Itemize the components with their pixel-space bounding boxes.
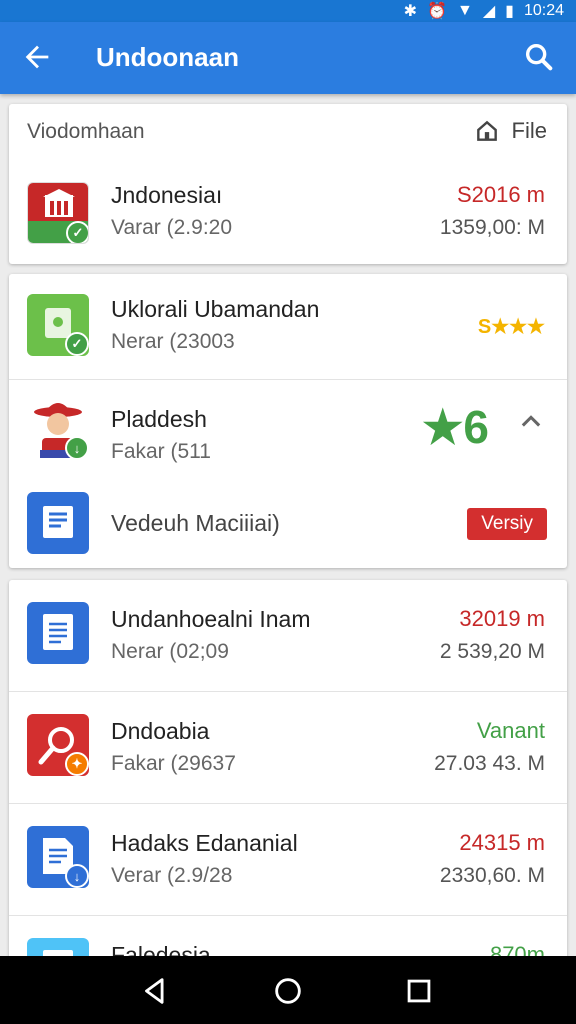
download-badge-icon: ↓	[65, 864, 89, 888]
item-sub: Nerar (23003	[111, 330, 235, 353]
list-group: ↓ Pladdesh Fakar (511 ★6 Vedeuh Maciiiai…	[9, 380, 567, 568]
list-item[interactable]: Faledesia 870m	[9, 916, 567, 956]
list-item[interactable]: ↓ Pladdesh Fakar (511 ★6	[9, 380, 567, 480]
item-size: 2 539,20 M	[439, 640, 545, 663]
bluetooth-icon: ✱	[403, 3, 418, 20]
item-size: 2330,60. M	[439, 864, 545, 887]
card-featured: Viodomhaan File ✓ Jndonesiaı Varar (2.9:…	[9, 104, 567, 264]
app-icon-green: ✓	[27, 294, 89, 356]
store-icon: ✓	[27, 182, 89, 244]
star-badge-icon: ✦	[65, 752, 89, 776]
signal-icon: ◢	[482, 3, 496, 20]
search-icon[interactable]	[522, 40, 556, 74]
magnifier-icon: ✦	[27, 714, 89, 776]
system-nav-bar	[0, 956, 576, 1024]
page-title: Undoonaan	[96, 42, 239, 72]
item-value: 24315 m	[459, 830, 545, 855]
list-item[interactable]: ✓ Uklorali Ubamandan Nerar (23003 S★★★	[9, 274, 567, 380]
list-item[interactable]: Undanhoealni Inam Nerar (02;09 32019 m 2…	[9, 580, 567, 692]
item-sub: Fakar (511	[111, 440, 211, 463]
card-header-label: Viodomhaan	[27, 120, 145, 143]
avatar-icon: ↓	[27, 398, 89, 460]
item-value: Vanant	[476, 718, 545, 743]
back-arrow-icon[interactable]	[20, 40, 54, 74]
download-badge-icon: ↓	[65, 436, 89, 460]
item-sub: Nerar (02;09	[111, 640, 229, 663]
list-item[interactable]: Vedeuh Maciiiai) Versiy	[9, 480, 567, 568]
expand-chevron-icon[interactable]	[517, 408, 545, 436]
item-name: Pladdesh	[111, 406, 207, 432]
nav-back-icon[interactable]	[138, 974, 172, 1008]
item-value: 870m	[489, 942, 545, 956]
alarm-icon: ⏰	[427, 3, 447, 20]
nav-home-icon[interactable]	[271, 974, 305, 1008]
item-size: 1359,00: M	[439, 216, 545, 239]
card-header: Viodomhaan File	[9, 104, 567, 162]
check-badge-icon: ✓	[65, 332, 89, 356]
document-icon	[27, 602, 89, 664]
document-icon	[27, 938, 89, 956]
list-item[interactable]: ↓ Hadaks Edananial Verar (2.9/28 24315 m…	[9, 804, 567, 916]
item-name: Uklorali Ubamandan	[111, 296, 320, 322]
item-sub: Fakar (29637	[111, 752, 236, 775]
item-name: Jndonesiaı	[111, 182, 223, 208]
rating-stars: S★★★	[477, 316, 545, 338]
item-name: Undanhoealni Inam	[111, 606, 311, 632]
status-bar: ✱ ⏰ ▼ ◢ ▮ 10:24	[0, 0, 576, 22]
item-name: Vedeuh Maciiiai)	[111, 510, 280, 536]
item-value: 32019 m	[459, 606, 545, 631]
item-name: Dndoabia	[111, 718, 210, 744]
item-sub: Varar (2.9:20	[111, 216, 233, 239]
status-time: 10:24	[523, 2, 564, 19]
item-size: 27.03 43. M	[434, 752, 545, 775]
battery-icon: ▮	[505, 3, 514, 20]
file-icon: ↓	[27, 826, 89, 888]
item-sub: Verar (2.9/28	[111, 864, 233, 887]
wifi-icon: ▼	[456, 2, 473, 19]
content-list[interactable]: Viodomhaan File ✓ Jndonesiaı Varar (2.9:…	[0, 94, 576, 956]
item-value: S2016 m	[456, 182, 545, 207]
version-button[interactable]: Versiy	[467, 508, 547, 540]
big-rating: ★6	[422, 401, 489, 453]
card-group: ✓ Uklorali Ubamandan Nerar (23003 S★★★ ↓	[9, 274, 567, 568]
app-bar: Undoonaan	[0, 22, 576, 94]
check-badge-icon: ✓	[66, 221, 88, 243]
item-name: Hadaks Edananial	[111, 830, 298, 856]
list-item[interactable]: ✓ Jndonesiaı Varar (2.9:20 S2016 m 1359,…	[9, 162, 567, 264]
nav-recents-icon[interactable]	[402, 974, 436, 1008]
document-icon	[27, 492, 89, 554]
file-button[interactable]: File	[474, 118, 547, 144]
home-icon	[476, 120, 497, 141]
list-item[interactable]: ✦ Dndoabia Fakar (29637 Vanant 27.03 43.…	[9, 692, 567, 804]
file-label: File	[511, 118, 547, 143]
item-name: Faledesia	[111, 942, 211, 956]
card-list: Undanhoealni Inam Nerar (02;09 32019 m 2…	[9, 580, 567, 956]
